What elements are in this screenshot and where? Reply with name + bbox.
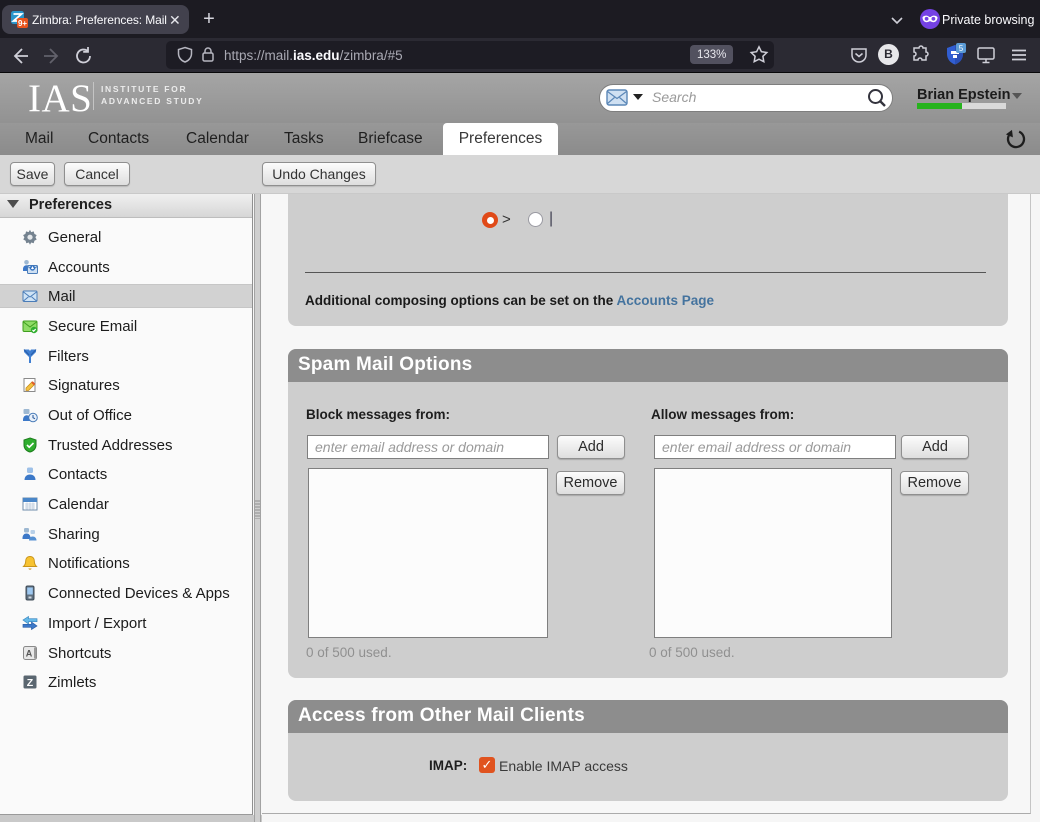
svg-text:A: A <box>26 649 33 659</box>
svg-text:5: 5 <box>959 44 964 53</box>
svg-text:9+: 9+ <box>18 19 27 28</box>
svg-text:Z: Z <box>27 677 34 689</box>
